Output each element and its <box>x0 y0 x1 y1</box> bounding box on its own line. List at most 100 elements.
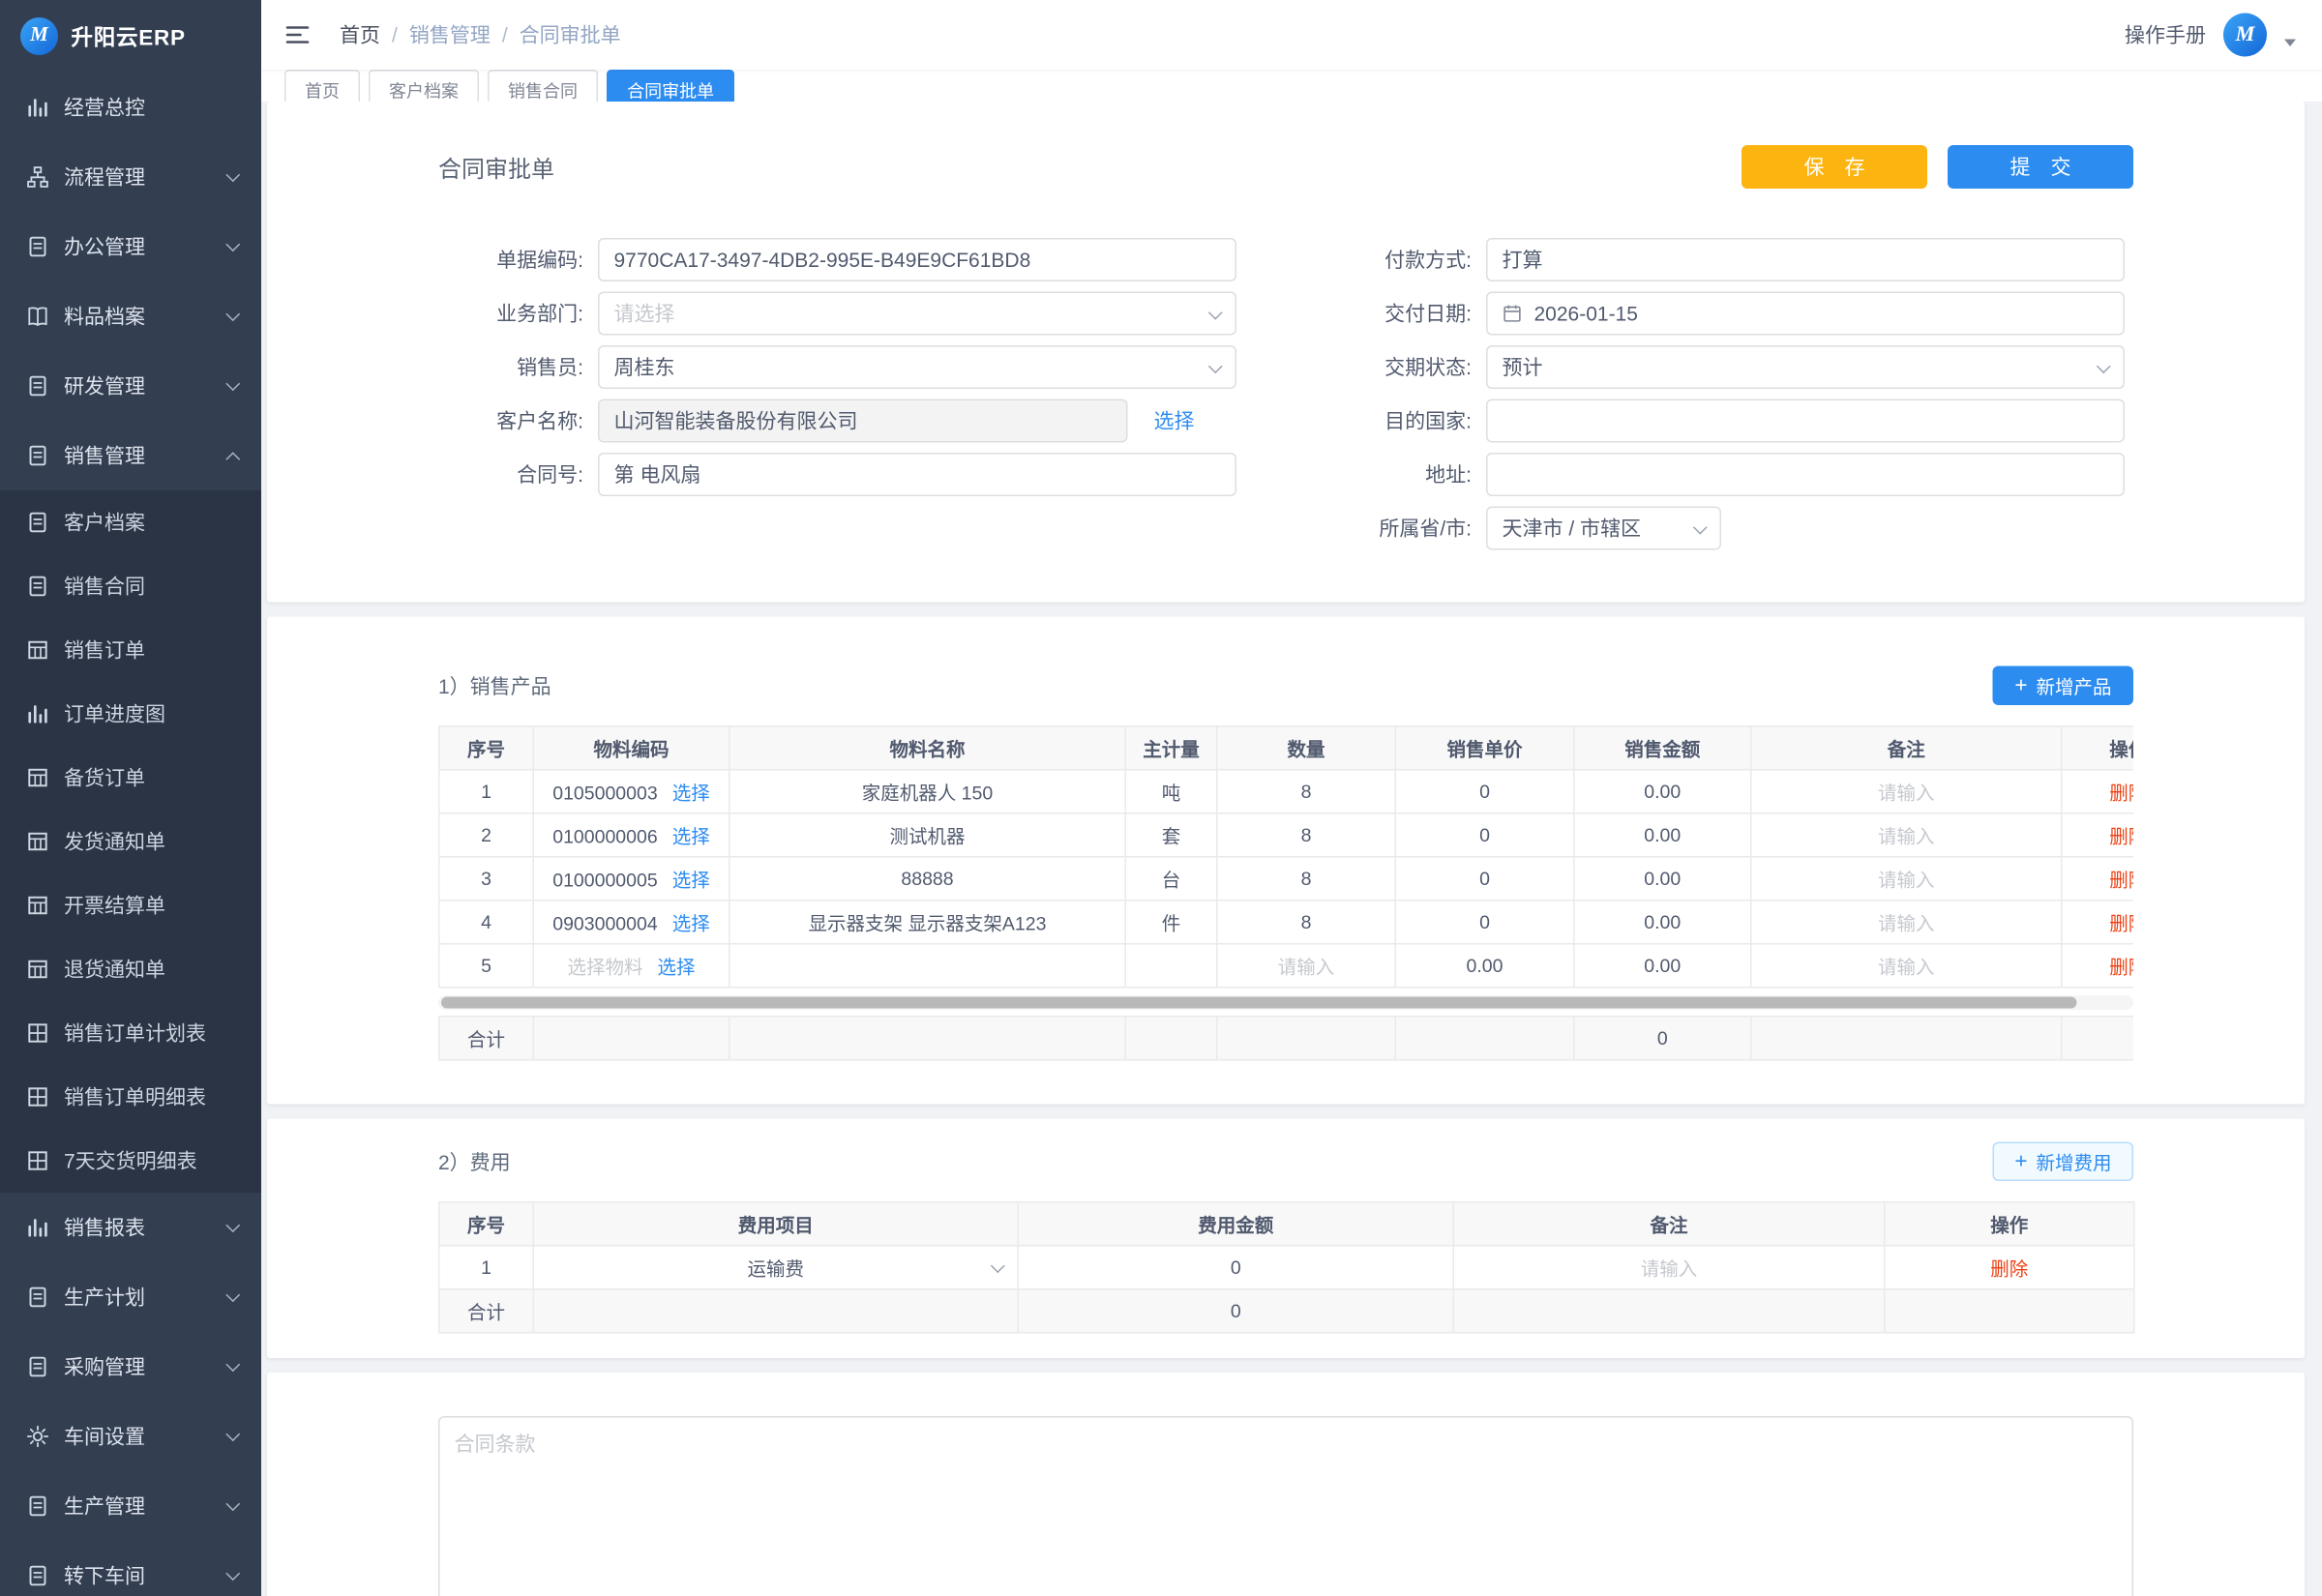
quantity-input[interactable]: 8 <box>1217 857 1396 901</box>
province-label: 所属省/市: <box>1326 514 1486 543</box>
address-input[interactable] <box>1486 453 2125 496</box>
chevron-down-icon <box>225 1427 240 1441</box>
sidebar-item-purchase-mgmt[interactable]: 采购管理 <box>0 1332 261 1402</box>
breadcrumb: 首页 / 销售管理 / 合同审批单 <box>340 20 621 49</box>
submit-button[interactable]: 提交 <box>1948 145 2133 189</box>
customer-select-link[interactable]: 选择 <box>1154 406 1195 435</box>
contract-no-input[interactable]: 第 电风扇 <box>598 453 1236 496</box>
quantity-input[interactable]: 8 <box>1217 901 1396 944</box>
col-note: 备注 <box>1751 726 2062 770</box>
select-material-link[interactable]: 选择 <box>672 913 710 935</box>
select-material-link[interactable]: 选择 <box>672 783 710 805</box>
sidebar-item-workshop-transfer[interactable]: 转下车间 <box>0 1541 261 1596</box>
horizontal-scrollbar <box>438 995 2133 1010</box>
sidebar-item-sales-order-detail[interactable]: 销售订单明细表 <box>0 1065 261 1129</box>
sidebar-item-sales-order-plan[interactable]: 销售订单计划表 <box>0 1001 261 1065</box>
sidebar-item-office-mgmt[interactable]: 办公管理 <box>0 212 261 281</box>
sidebar-item-sales-mgmt[interactable]: 销售管理 <box>0 421 261 490</box>
sidebar-item-seven-day-delivery[interactable]: 7天交货明细表 <box>0 1129 261 1193</box>
sidebar-item-sales-order[interactable]: 销售订单 <box>0 618 261 682</box>
sidebar-item-production-mgmt[interactable]: 生产管理 <box>0 1471 261 1541</box>
tab-home[interactable]: 首页 <box>284 70 360 102</box>
tab-contract-approval[interactable]: 合同审批单 <box>607 70 734 102</box>
delete-link[interactable]: 删除 <box>2109 913 2133 935</box>
unit: 件 <box>1125 901 1217 944</box>
salesman-select[interactable]: 周桂东 <box>598 345 1236 389</box>
contract-terms-textarea[interactable]: 合同条款 <box>438 1416 2133 1596</box>
row-index: 1 <box>439 1246 534 1289</box>
products-section-title: 1）销售产品 <box>438 671 551 700</box>
sidebar-item-return-notice[interactable]: 退货通知单 <box>0 937 261 1001</box>
sidebar-item-shipping-notice[interactable]: 发货通知单 <box>0 810 261 873</box>
note-input[interactable]: 请输入 <box>1751 770 2062 813</box>
sidebar-item-sales-contract[interactable]: 销售合同 <box>0 554 261 618</box>
doc-icon <box>26 444 49 467</box>
delete-link[interactable]: 删除 <box>2109 870 2133 892</box>
note-input[interactable]: 请输入 <box>1453 1246 1885 1289</box>
note-input[interactable]: 请输入 <box>1751 813 2062 857</box>
doc-code-label: 单据编码: <box>438 246 598 275</box>
chevron-down-icon[interactable] <box>2284 39 2296 46</box>
note-input[interactable]: 请输入 <box>1751 944 2062 988</box>
sidebar-item-customer-archive[interactable]: 客户档案 <box>0 490 261 554</box>
quantity-input[interactable]: 请输入 <box>1217 944 1396 988</box>
unit-price-input[interactable]: 0 <box>1395 901 1574 944</box>
sidebar-item-sales-report[interactable]: 销售报表 <box>0 1193 261 1262</box>
delete-link[interactable]: 删除 <box>1990 1258 2028 1281</box>
sidebar-item-process-mgmt[interactable]: 流程管理 <box>0 142 261 212</box>
sidebar-item-materials-archive[interactable]: 料品档案 <box>0 281 261 351</box>
manual-link[interactable]: 操作手册 <box>2125 20 2206 49</box>
note-input[interactable]: 请输入 <box>1751 857 2062 901</box>
col-material-code: 物料编码 <box>533 726 729 770</box>
note-input[interactable]: 请输入 <box>1751 901 2062 944</box>
unit-price-input[interactable]: 0 <box>1395 813 1574 857</box>
tab-sales-contract[interactable]: 销售合同 <box>488 70 598 102</box>
select-material-link[interactable]: 选择 <box>672 826 710 848</box>
sidebar-item-invoice-settlement[interactable]: 开票结算单 <box>0 873 261 937</box>
tab-customer-archive[interactable]: 客户档案 <box>369 70 479 102</box>
unit-price-input[interactable]: 0.00 <box>1395 944 1574 988</box>
breadcrumb-sales-mgmt[interactable]: 销售管理 <box>409 20 491 49</box>
payment-input[interactable]: 打算 <box>1486 238 2125 281</box>
quantity-input[interactable]: 8 <box>1217 770 1396 813</box>
total-amount: 0 <box>1018 1289 1453 1333</box>
delete-link[interactable]: 删除 <box>2109 957 2133 979</box>
save-button[interactable]: 保存 <box>1742 145 1927 189</box>
select-material-link[interactable]: 选择 <box>672 870 710 892</box>
contract-form: 单据编码: 9770CA17-3497-4DB2-995E-B49E9CF61B… <box>438 238 2133 550</box>
sidebar-item-workshop-settings[interactable]: 车间设置 <box>0 1402 261 1471</box>
unit-price-input[interactable]: 0 <box>1395 770 1574 813</box>
add-product-button[interactable]: +新增产品 <box>1993 666 2133 706</box>
collapse-menu-icon[interactable] <box>284 22 311 48</box>
sidebar-item-production-plan[interactable]: 生产计划 <box>0 1262 261 1332</box>
fee-amount-input[interactable]: 0 <box>1018 1246 1453 1289</box>
quantity-input[interactable]: 8 <box>1217 813 1396 857</box>
chevron-down-icon <box>225 1218 240 1232</box>
dest-country-input[interactable] <box>1486 399 2125 443</box>
delivery-date-input[interactable]: 2026-01-15 <box>1486 292 2125 336</box>
chevron-down-icon <box>225 307 240 321</box>
avatar[interactable]: M <box>2223 14 2267 57</box>
book-icon <box>26 305 49 328</box>
sidebar-item-stock-order[interactable]: 备货订单 <box>0 746 261 810</box>
total-label: 合计 <box>439 1289 534 1333</box>
table-row: 3 0100000005选择 88888 台 8 0 0.00 请输入 删除 <box>439 857 2133 901</box>
delete-link[interactable]: 删除 <box>2109 826 2133 848</box>
breadcrumb-home[interactable]: 首页 <box>340 20 380 49</box>
unit-price-input[interactable]: 0 <box>1395 857 1574 901</box>
scrollbar-thumb[interactable] <box>441 997 2077 1009</box>
delete-link[interactable]: 删除 <box>2109 783 2133 805</box>
sidebar-item-rnd-mgmt[interactable]: 研发管理 <box>0 351 261 421</box>
sidebar-item-business-control[interactable]: 经营总控 <box>0 73 261 142</box>
delivery-status-select[interactable]: 预计 <box>1486 345 2125 389</box>
sidebar: M 升阳云ERP 经营总控 流程管理 办公管理 料品档案 <box>0 0 261 1596</box>
province-select[interactable]: 天津市 / 市辖区 <box>1486 507 1721 550</box>
department-select[interactable]: 请选择 <box>598 292 1236 336</box>
sidebar-item-order-progress[interactable]: 订单进度图 <box>0 682 261 746</box>
add-fee-button[interactable]: +新增费用 <box>1993 1142 2133 1182</box>
select-material-link[interactable]: 选择 <box>658 957 696 979</box>
fee-item-select[interactable]: 运输费 <box>533 1246 1018 1289</box>
doc-code-input[interactable]: 9770CA17-3497-4DB2-995E-B49E9CF61BD8 <box>598 238 1236 281</box>
col-actions: 操作 <box>1885 1202 2134 1246</box>
contract-no-label: 合同号: <box>438 460 598 489</box>
